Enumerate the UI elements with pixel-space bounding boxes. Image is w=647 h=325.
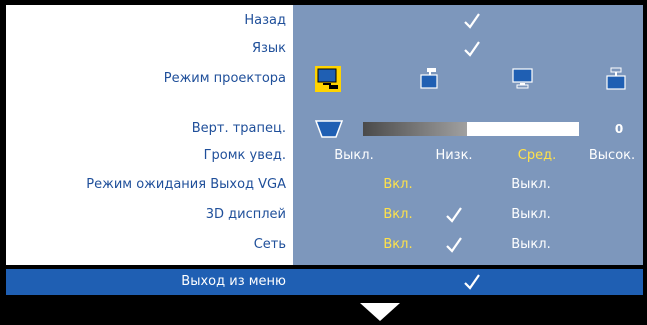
- down-arrow-icon[interactable]: [360, 303, 400, 321]
- vga-standby-off[interactable]: Выкл.: [506, 171, 556, 199]
- menu-row-volume[interactable]: Громк увед. Выкл. Низк. Сред. Высок.: [6, 142, 643, 170]
- osd-menu: Назад Язык Режим проектора Верт. трапец.…: [0, 0, 647, 323]
- checkmark-icon: [462, 11, 482, 31]
- menu-row-projector-mode[interactable]: Режим проектора: [6, 63, 643, 95]
- trapezoid-icon: [314, 119, 344, 143]
- menu-row-label: Сеть: [253, 237, 286, 252]
- menu-row-label: Верт. трапец.: [191, 121, 286, 136]
- keystone-slider-fill: [363, 122, 467, 136]
- menu-row-label: Режим ожидания Выход VGA: [86, 177, 286, 192]
- keystone-slider[interactable]: [363, 122, 579, 136]
- checkmark-icon: [462, 272, 482, 292]
- menu-row-label: Громк увед.: [203, 148, 286, 163]
- checkmark-icon: [444, 205, 464, 225]
- menu-row-label: Язык: [251, 41, 286, 56]
- volume-option-low[interactable]: Низк.: [424, 142, 484, 170]
- exit-menu-item[interactable]: Выход из меню: [6, 269, 643, 295]
- menu-row-vga-standby[interactable]: Режим ожидания Выход VGA Вкл. Выкл.: [6, 171, 643, 199]
- vga-standby-on[interactable]: Вкл.: [378, 171, 418, 199]
- exit-menu-label: Выход из меню: [181, 274, 286, 289]
- rear-ceiling-icon[interactable]: [603, 66, 629, 90]
- network-on[interactable]: Вкл.: [378, 231, 418, 259]
- menu-row-language[interactable]: Язык: [6, 35, 643, 63]
- menu-row-network[interactable]: Сеть Вкл. Выкл.: [6, 231, 643, 259]
- menu-row-3d-display[interactable]: 3D дисплей Вкл. Выкл.: [6, 201, 643, 229]
- volume-option-off[interactable]: Выкл.: [324, 142, 384, 170]
- menu-row-back[interactable]: Назад: [6, 7, 643, 35]
- volume-option-high[interactable]: Высок.: [582, 142, 642, 170]
- front-ceiling-icon[interactable]: [416, 66, 442, 90]
- menu-row-label: Назад: [244, 13, 286, 28]
- checkmark-icon: [444, 235, 464, 255]
- keystone-value: 0: [614, 122, 624, 136]
- volume-option-medium[interactable]: Сред.: [507, 142, 567, 170]
- checkmark-icon: [462, 39, 482, 59]
- menu-row-label: 3D дисплей: [205, 207, 286, 222]
- rear-desktop-icon[interactable]: [510, 66, 536, 90]
- network-off[interactable]: Выкл.: [506, 231, 556, 259]
- menu-row-label: Режим проектора: [163, 71, 286, 86]
- front-desktop-icon[interactable]: [315, 66, 341, 92]
- 3d-display-off[interactable]: Выкл.: [506, 201, 556, 229]
- 3d-display-on[interactable]: Вкл.: [378, 201, 418, 229]
